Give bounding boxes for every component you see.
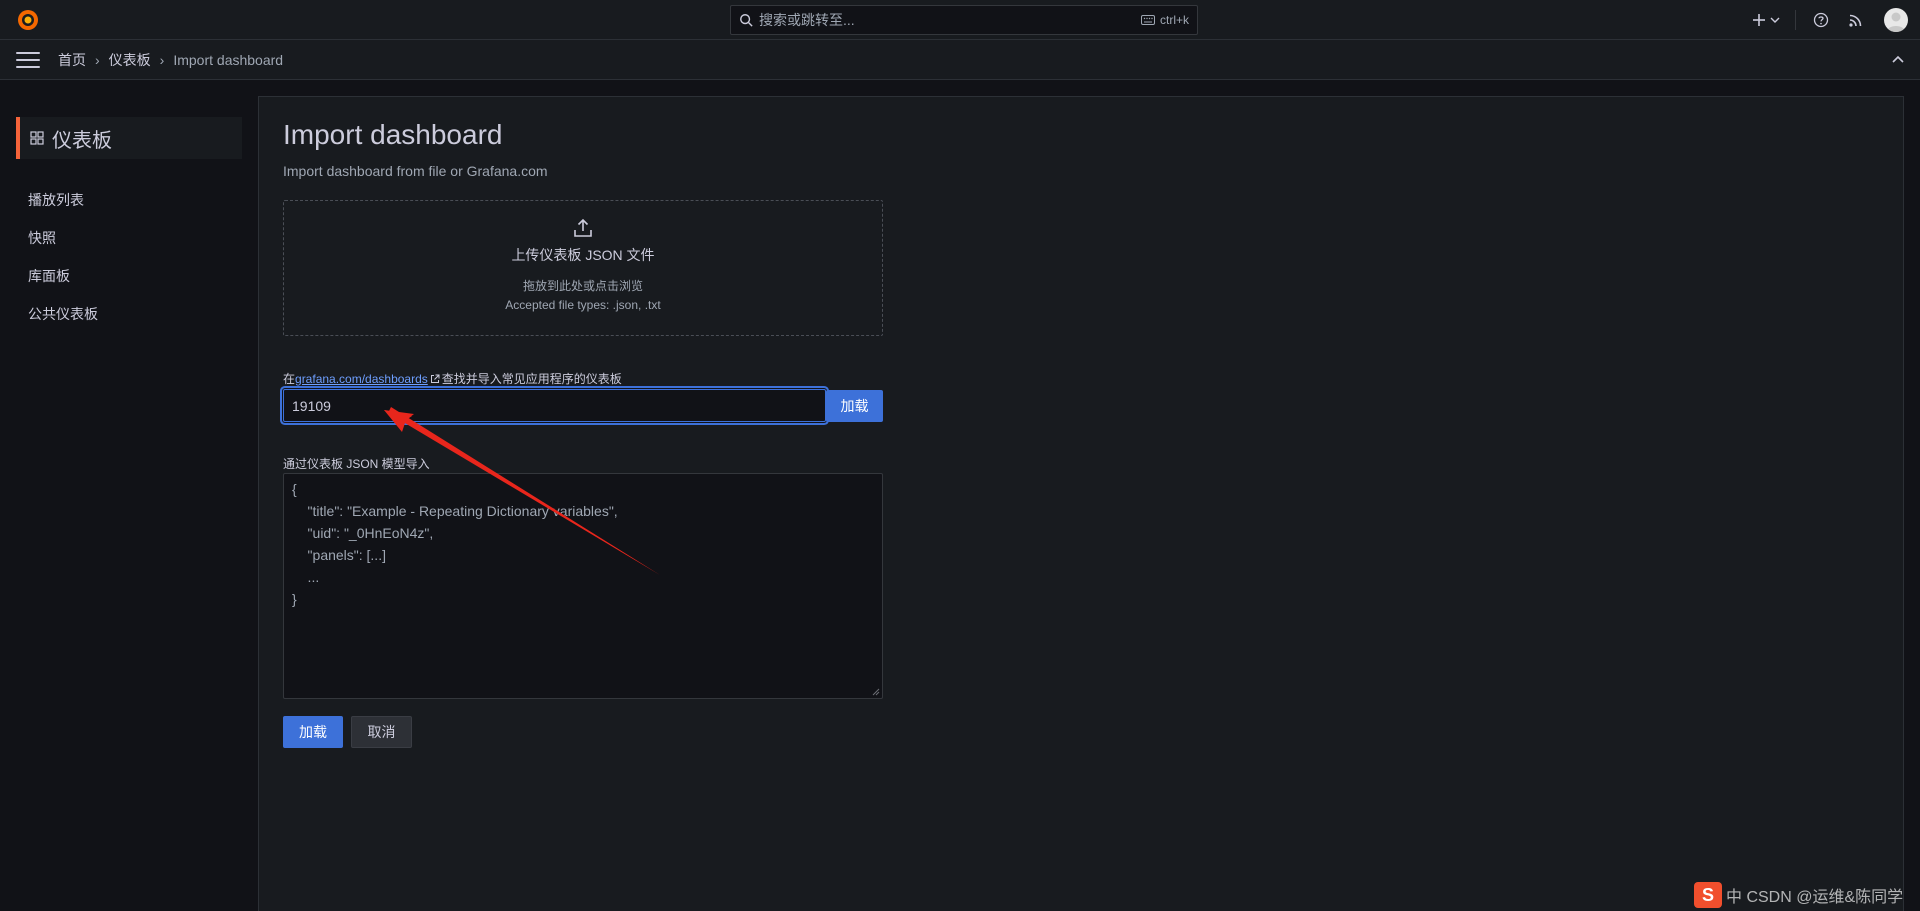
breadcrumb-separator: › <box>159 51 165 68</box>
user-icon <box>1887 12 1905 32</box>
sidebar-header-label: 仪表板 <box>52 129 112 152</box>
apps-grid-icon <box>30 131 44 145</box>
chevron-up-icon[interactable] <box>1890 52 1906 68</box>
upload-title: 上传仪表板 JSON 文件 <box>511 247 655 263</box>
json-placeholder-line: "title": "Example - Repeating Dictionary… <box>292 503 618 519</box>
json-placeholder-line: ... <box>292 569 320 585</box>
breadcrumb-dashboards[interactable]: 仪表板 <box>109 50 151 70</box>
grafana-logo-icon[interactable] <box>16 8 40 32</box>
resize-handle-icon[interactable] <box>872 688 880 696</box>
rss-icon <box>1849 14 1862 27</box>
grafana-com-label: 在 grafana.com/dashboards 查找并导入常见应用程序的仪表板 <box>283 370 622 387</box>
json-model-label: 通过仪表板 JSON 模型导入 <box>283 457 430 471</box>
breadcrumb-bar: 首页 › 仪表板 › Import dashboard <box>0 40 1920 80</box>
shortcut-text: ctrl+k <box>1159 13 1189 27</box>
sidebar-item-public-dashboards[interactable]: 公共仪表板 <box>28 295 98 333</box>
keyboard-icon <box>1140 15 1155 25</box>
grafana-com-load-button[interactable]: 加载 <box>826 390 883 422</box>
sidebar-item-library-panels[interactable]: 库面板 <box>28 257 98 295</box>
search-bar[interactable]: 搜索或跳转至... ctrl+k <box>730 5 1198 35</box>
grafana-com-id-input[interactable] <box>283 389 826 422</box>
search-shortcut: ctrl+k <box>1140 13 1189 27</box>
divider <box>1795 10 1796 30</box>
chevron-down-icon <box>1770 17 1780 23</box>
watermark-text: 中 CSDN @运维&陈同学 <box>1726 889 1904 906</box>
breadcrumb-current: Import dashboard <box>173 51 284 68</box>
upload-hint: 拖放到此处或点击浏览 <box>522 279 643 293</box>
upload-dropzone[interactable]: 上传仪表板 JSON 文件 拖放到此处或点击浏览 Accepted file t… <box>283 200 883 336</box>
news-button[interactable] <box>1836 0 1876 40</box>
json-model-textarea[interactable]: { "title": "Example - Repeating Dictiona… <box>283 473 883 699</box>
json-placeholder-line: } <box>292 591 297 607</box>
sidebar-item-playlists[interactable]: 播放列表 <box>28 181 98 219</box>
menu-toggle-icon[interactable] <box>16 51 40 68</box>
breadcrumb: 首页 › 仪表板 › Import dashboard <box>58 50 283 70</box>
json-placeholder-line: "panels": [...] <box>292 547 386 563</box>
watermark-logo: S <box>1694 882 1722 908</box>
breadcrumb-separator: › <box>95 51 100 68</box>
page-subtitle: Import dashboard from file or Grafana.co… <box>283 163 548 179</box>
external-link-icon <box>430 374 440 383</box>
sidebar-item-snapshots[interactable]: 快照 <box>28 219 98 257</box>
cancel-button[interactable]: 取消 <box>351 716 412 748</box>
new-menu-button[interactable] <box>1747 0 1785 40</box>
main-panel: Import dashboard Import dashboard from f… <box>258 96 1904 911</box>
plus-icon <box>1753 14 1765 26</box>
user-avatar[interactable] <box>1884 8 1908 32</box>
upload-file-types: Accepted file types: .json, .txt <box>505 298 661 312</box>
load-button[interactable]: 加载 <box>283 716 343 748</box>
sidebar: 仪表板 播放列表 快照 库面板 公共仪表板 <box>0 81 258 911</box>
sidebar-section-dashboards[interactable]: 仪表板 <box>16 117 242 159</box>
grafana-com-prefix: 在 <box>283 372 296 386</box>
search-placeholder: 搜索或跳转至... <box>759 12 855 28</box>
page-title: Import dashboard <box>283 119 503 150</box>
grafana-com-link[interactable]: grafana.com/dashboards <box>295 372 428 386</box>
json-placeholder-line: "uid": "_0HnEoN4z", <box>292 525 434 541</box>
json-placeholder-line: { <box>292 481 297 497</box>
watermark: S 中 CSDN @运维&陈同学 <box>1694 882 1903 908</box>
upload-icon <box>574 218 592 237</box>
search-icon <box>740 14 753 27</box>
sidebar-list: 播放列表 快照 库面板 公共仪表板 <box>28 181 98 333</box>
help-button[interactable] <box>1806 0 1836 40</box>
help-icon <box>1813 12 1829 28</box>
grafana-com-suffix: 查找并导入常见应用程序的仪表板 <box>441 372 622 386</box>
breadcrumb-home[interactable]: 首页 <box>58 50 86 70</box>
top-bar: 搜索或跳转至... ctrl+k <box>0 0 1920 40</box>
